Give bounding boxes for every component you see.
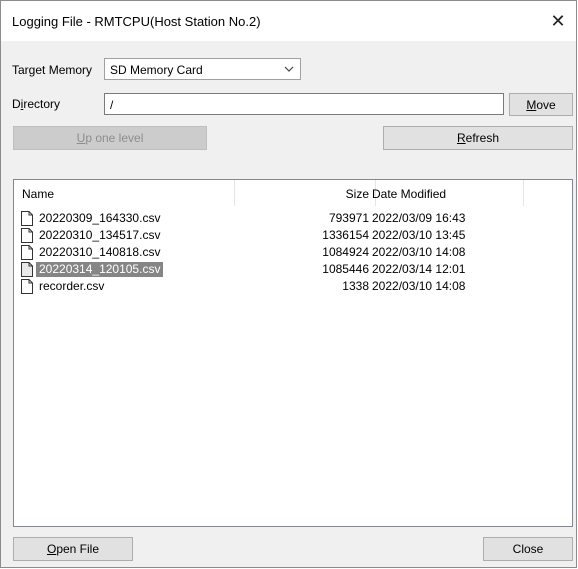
directory-value: / [110, 98, 114, 112]
file-date: 2022/03/14 12:01 [372, 262, 466, 276]
file-row[interactable]: recorder.csv 1338 2022/03/10 14:08 [14, 278, 572, 295]
column-header-date-modified[interactable]: Date Modified [372, 187, 446, 201]
logging-file-dialog: Logging File - RMTCPU(Host Station No.2)… [0, 0, 577, 568]
file-size: 1338 [342, 279, 369, 293]
file-size: 793971 [328, 211, 369, 225]
file-list[interactable]: Name Size Date Modified 20220309_164330.… [13, 179, 573, 527]
file-date: 2022/03/10 14:08 [372, 279, 466, 293]
title-bar: Logging File - RMTCPU(Host Station No.2)… [1, 1, 576, 41]
file-row[interactable]: 20220309_164330.csv 793971 2022/03/09 16… [14, 210, 572, 227]
close-button[interactable]: Close [483, 537, 573, 561]
file-size: 1084924 [322, 245, 369, 259]
file-icon [21, 279, 33, 294]
close-icon[interactable]: ✕ [544, 7, 572, 35]
refresh-button[interactable]: Refresh [383, 126, 573, 150]
file-icon [21, 228, 33, 243]
file-size: 1336154 [322, 228, 369, 242]
window-title: Logging File - RMTCPU(Host Station No.2) [12, 14, 261, 29]
file-date: 2022/03/10 14:08 [372, 245, 466, 259]
file-size: 1085446 [322, 262, 369, 276]
column-header-name[interactable]: Name [22, 187, 54, 201]
column-header-size[interactable]: Size [346, 187, 369, 201]
target-memory-select[interactable]: SD Memory Card [104, 58, 301, 80]
file-icon [21, 245, 33, 260]
move-button[interactable]: Move [509, 93, 573, 116]
open-file-button[interactable]: Open File [13, 537, 133, 561]
list-header: Name Size Date Modified [14, 180, 572, 206]
file-icon [21, 262, 33, 277]
file-date: 2022/03/09 16:43 [372, 211, 466, 225]
file-name: 20220310_134517.csv [39, 228, 161, 242]
file-name: 20220314_120105.csv [36, 262, 164, 277]
directory-label: Directory [12, 97, 61, 111]
file-icon [21, 211, 33, 226]
file-date: 2022/03/10 13:45 [372, 228, 466, 242]
target-memory-value: SD Memory Card [110, 63, 203, 77]
file-name: 20220309_164330.csv [39, 211, 161, 225]
target-memory-label: Target Memory [12, 63, 93, 77]
file-name: 20220310_140818.csv [39, 245, 161, 259]
column-divider[interactable] [234, 180, 235, 206]
file-name: recorder.csv [39, 279, 105, 293]
file-row[interactable]: 20220310_140818.csv 1084924 2022/03/10 1… [14, 244, 572, 261]
directory-input[interactable]: / [104, 93, 504, 115]
file-row-selected[interactable]: 20220314_120105.csv 1085446 2022/03/14 1… [14, 261, 572, 278]
column-divider[interactable] [523, 180, 524, 206]
up-one-level-button[interactable]: Up one level [13, 126, 207, 150]
file-row[interactable]: 20220310_134517.csv 1336154 2022/03/10 1… [14, 227, 572, 244]
chevron-down-icon [284, 66, 294, 72]
